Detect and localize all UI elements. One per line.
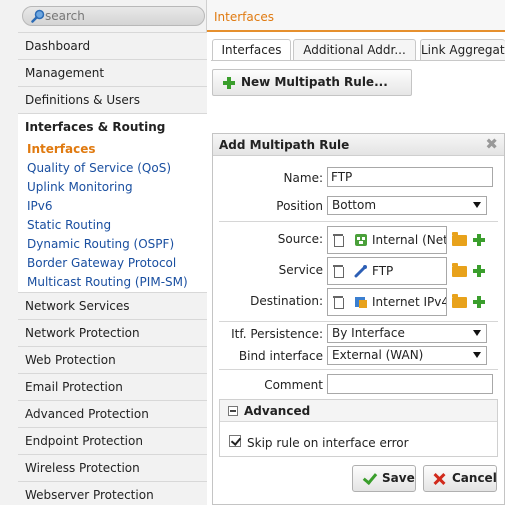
close-icon[interactable]: ✖ xyxy=(485,136,498,152)
folder-icon[interactable] xyxy=(452,263,467,277)
page-header: Interfaces xyxy=(207,0,505,32)
service-value: FTP xyxy=(372,264,394,278)
cancel-button[interactable]: Cancel xyxy=(423,465,497,492)
sidebar-subitem-interfaces[interactable]: Interfaces xyxy=(27,142,96,156)
sidebar-subitem-qos[interactable]: Quality of Service (QoS) xyxy=(27,161,171,175)
checkmark-icon xyxy=(363,472,375,484)
add-destination-plus-icon[interactable] xyxy=(473,296,485,308)
sidebar-item-endpoint-protection[interactable]: Endpoint Protection xyxy=(18,427,207,454)
add-source-plus-icon[interactable] xyxy=(473,234,485,246)
name-input[interactable] xyxy=(327,167,493,187)
tab-additional-addresses[interactable]: Additional Addr... xyxy=(293,39,416,61)
advanced-title: Advanced xyxy=(244,404,311,418)
bind-interface-value: External (WAN) xyxy=(332,348,424,362)
skip-rule-label: Skip rule on interface error xyxy=(247,436,409,450)
source-value: Internal (Netw xyxy=(372,233,446,247)
sidebar: Dashboard Management Definitions & Users… xyxy=(0,0,207,505)
sidebar-subitem-dynamic-routing[interactable]: Dynamic Routing (OSPF) xyxy=(27,237,174,251)
cancel-button-label: Cancel xyxy=(452,471,497,485)
itf-persistence-select[interactable]: By Interface xyxy=(327,324,487,343)
separator xyxy=(219,321,498,322)
trash-icon[interactable] xyxy=(333,265,344,278)
chevron-down-icon xyxy=(473,352,481,358)
sidebar-item-advanced-protection[interactable]: Advanced Protection xyxy=(18,400,207,427)
destination-label: Destination: xyxy=(250,294,323,308)
sidebar-item-dashboard[interactable]: Dashboard xyxy=(18,32,207,59)
source-field[interactable]: Internal (Netw xyxy=(327,226,447,254)
sidebar-subitem-ipv6[interactable]: IPv6 xyxy=(27,199,53,213)
advanced-header[interactable]: Advanced xyxy=(220,400,497,422)
new-multipath-rule-label: New Multipath Rule... xyxy=(241,75,388,89)
sidebar-item-network-services[interactable]: Network Services xyxy=(18,292,207,319)
sidebar-item-definitions-users[interactable]: Definitions & Users xyxy=(18,86,207,113)
destination-value: Internet IPv4 ( xyxy=(372,295,447,309)
comment-input[interactable] xyxy=(327,374,493,394)
sidebar-item-wireless-protection[interactable]: Wireless Protection xyxy=(18,454,207,481)
page-title: Interfaces xyxy=(214,10,274,24)
tabs-divider xyxy=(211,60,505,61)
position-label: Position xyxy=(276,199,323,213)
tab-link-aggregation[interactable]: Link Aggregati xyxy=(420,39,505,61)
itf-persistence-label: Itf. Persistence: xyxy=(231,327,323,341)
name-label: Name: xyxy=(283,171,323,185)
sidebar-item-network-protection[interactable]: Network Protection xyxy=(18,319,207,346)
separator xyxy=(219,369,498,370)
folder-icon[interactable] xyxy=(452,294,467,308)
x-icon xyxy=(433,473,445,485)
dialog-title: Add Multipath Rule xyxy=(219,138,350,152)
service-field[interactable]: FTP xyxy=(327,257,447,285)
add-service-plus-icon[interactable] xyxy=(473,265,485,277)
source-label: Source: xyxy=(277,232,323,246)
tab-interfaces[interactable]: Interfaces xyxy=(212,39,291,61)
skip-rule-checkbox[interactable] xyxy=(229,435,241,447)
network-icon xyxy=(355,234,367,246)
dialog-header: Add Multipath Rule ✖ xyxy=(213,134,504,156)
sidebar-item-web-protection[interactable]: Web Protection xyxy=(18,346,207,373)
new-multipath-rule-button[interactable]: New Multipath Rule... xyxy=(212,69,412,96)
service-icon xyxy=(354,265,367,278)
position-select[interactable]: Bottom xyxy=(327,196,487,215)
save-button[interactable]: Save xyxy=(352,465,416,492)
chevron-down-icon xyxy=(473,330,481,336)
bind-interface-select[interactable]: External (WAN) xyxy=(327,346,487,365)
service-label: Service xyxy=(278,263,323,277)
search-icon xyxy=(31,9,45,23)
sidebar-subitem-static-routing[interactable]: Static Routing xyxy=(27,218,111,232)
sidebar-subitem-uplink-monitoring[interactable]: Uplink Monitoring xyxy=(27,180,133,194)
separator xyxy=(219,221,498,222)
save-button-label: Save xyxy=(382,471,415,485)
sidebar-item-webserver-protection[interactable]: Webserver Protection xyxy=(18,481,207,505)
bind-interface-label: Bind interface xyxy=(238,349,323,363)
add-multipath-rule-dialog: Add Multipath Rule ✖ Name: Position Bott… xyxy=(212,133,505,505)
search-input[interactable] xyxy=(45,8,195,24)
sidebar-subitem-bgp[interactable]: Border Gateway Protocol xyxy=(27,256,176,270)
advanced-panel: Advanced Skip rule on interface error xyxy=(219,399,498,457)
destination-field[interactable]: Internet IPv4 ( xyxy=(327,288,447,316)
sidebar-item-email-protection[interactable]: Email Protection xyxy=(18,373,207,400)
folder-icon[interactable] xyxy=(452,232,467,246)
chevron-down-icon xyxy=(473,202,481,208)
sidebar-item-interfaces-routing[interactable]: Interfaces & Routing xyxy=(18,113,207,140)
comment-label: Comment xyxy=(264,378,323,392)
trash-icon[interactable] xyxy=(333,296,344,309)
position-value: Bottom xyxy=(332,198,377,212)
internet-icon xyxy=(355,297,367,308)
trash-icon[interactable] xyxy=(333,234,344,247)
search-box[interactable] xyxy=(22,6,205,26)
plus-icon xyxy=(223,77,235,89)
collapse-icon[interactable] xyxy=(228,406,238,416)
sidebar-subitem-multicast-routing[interactable]: Multicast Routing (PIM-SM) xyxy=(27,275,188,289)
itf-persistence-value: By Interface xyxy=(332,326,405,340)
sidebar-item-management[interactable]: Management xyxy=(18,59,207,86)
